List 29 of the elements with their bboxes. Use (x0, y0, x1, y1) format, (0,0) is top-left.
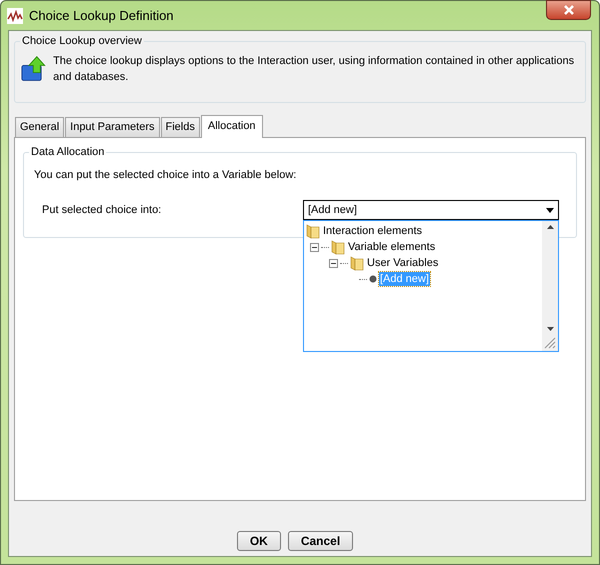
folder-icon (331, 240, 345, 254)
app-logo-icon (7, 8, 23, 24)
scroll-down-icon[interactable] (546, 327, 554, 331)
scroll-up-icon[interactable] (546, 225, 554, 229)
field-label: Put selected choice into: (42, 202, 162, 218)
resize-grip-icon[interactable] (544, 337, 556, 349)
dot-icon (369, 275, 377, 283)
overview-description: The choice lookup displays options to the Interaction user, using information contained in other applications and databases. (53, 54, 576, 85)
group-legend: Choice Lookup overview (20, 34, 144, 48)
tab[interactable]: Input Parameters (65, 117, 160, 137)
tab[interactable]: General (15, 117, 64, 137)
folder-icon (306, 224, 320, 238)
close-icon (562, 5, 574, 15)
tree-item[interactable]: Interaction elements (322, 224, 424, 238)
collapse-icon[interactable] (310, 242, 319, 252)
tab[interactable]: Fields (160, 117, 200, 137)
close-button[interactable] (546, 0, 591, 20)
caret-icon (546, 208, 554, 212)
variable-dropdown[interactable]: [Add new] (303, 200, 559, 220)
tab[interactable]: Allocation (200, 115, 263, 138)
tree-item[interactable]: User Variables (366, 256, 440, 270)
window-title: Choice Lookup Definition (29, 6, 174, 25)
scrollbar[interactable] (542, 221, 558, 351)
folder-icon (350, 256, 364, 270)
dialog-button[interactable]: Cancel (288, 531, 354, 551)
tree-item[interactable]: Variable elements (347, 240, 436, 254)
collapse-icon[interactable] (329, 258, 338, 268)
intro-text: You can put the selected choice into a Variable below: (34, 168, 298, 183)
dialog-button[interactable]: OK (236, 531, 281, 551)
